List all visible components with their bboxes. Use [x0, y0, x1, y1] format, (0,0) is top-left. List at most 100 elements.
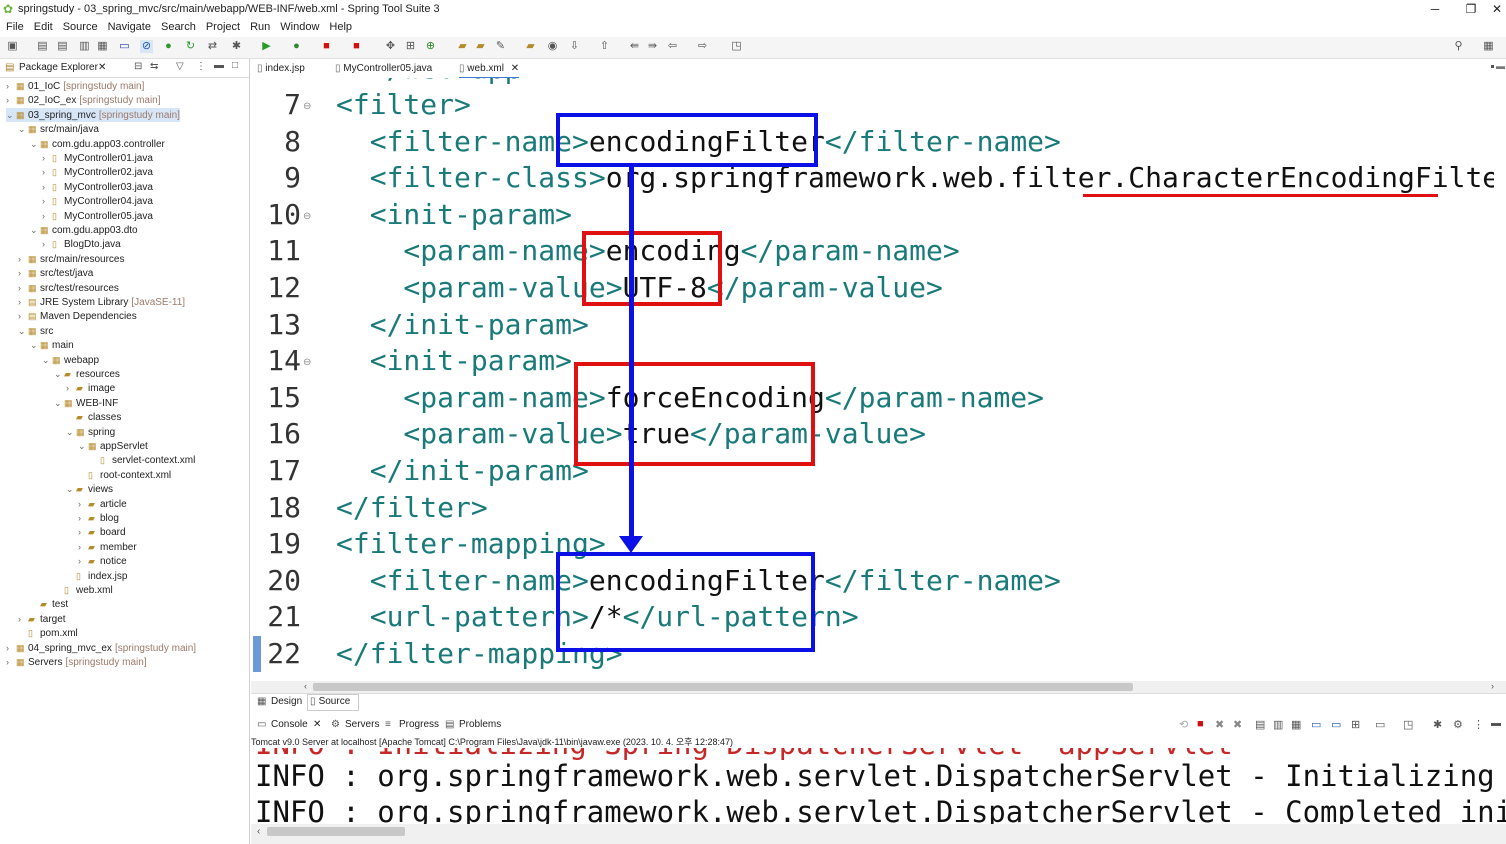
- forward-edit-icon[interactable]: ⇛: [646, 40, 659, 53]
- open-perspective-icon[interactable]: ◳: [730, 40, 743, 53]
- pin-icon[interactable]: ⊞: [1351, 718, 1360, 731]
- expand-toggle-icon[interactable]: ⌄: [54, 367, 64, 381]
- menu-source[interactable]: Source: [63, 19, 98, 36]
- minimize-view-icon[interactable]: ▬: [214, 60, 224, 71]
- expand-toggle-icon[interactable]: ›: [18, 309, 28, 323]
- tree-item[interactable]: › ▰ board: [78, 525, 129, 539]
- expand-toggle-icon[interactable]: ›: [78, 540, 88, 554]
- stop-icon[interactable]: ■: [320, 40, 333, 53]
- tab-web-xml[interactable]: ▯ web.xml ✕: [459, 61, 520, 79]
- tree-item[interactable]: ⌄ ▦ WEB-INF: [54, 396, 121, 410]
- tab-progress[interactable]: Progress: [399, 719, 439, 730]
- tree-item[interactable]: ⌄ ▰ resources: [54, 367, 123, 381]
- open-type-icon[interactable]: ▰: [456, 40, 469, 53]
- search-icon[interactable]: ⚲: [1452, 40, 1465, 53]
- tree-item[interactable]: › ▦ src/test/resources: [18, 281, 122, 295]
- fold-toggle-icon[interactable]: ⊖: [303, 101, 311, 112]
- deploy-icon[interactable]: ⇄: [206, 40, 219, 53]
- expand-toggle-icon[interactable]: ›: [78, 497, 88, 511]
- new-package-icon[interactable]: ⊞: [404, 40, 417, 53]
- tree-item[interactable]: ▯ root-context.xml: [78, 468, 174, 482]
- tree-item[interactable]: ⌄ ▦ 03_spring_mvc [springstudy main]: [6, 107, 180, 122]
- tree-item[interactable]: ⌄ ▦ appServlet: [78, 439, 151, 453]
- minimize-console-icon[interactable]: ▬: [1491, 718, 1501, 729]
- expand-toggle-icon[interactable]: ›: [6, 641, 16, 655]
- scroll-thumb[interactable]: [313, 683, 1133, 691]
- expand-toggle-icon[interactable]: ⌄: [30, 223, 40, 237]
- restart-icon[interactable]: ⟲: [1179, 718, 1188, 731]
- expand-toggle-icon[interactable]: ›: [18, 252, 28, 266]
- expand-toggle-icon[interactable]: ⌄: [66, 482, 76, 496]
- last-edit-icon[interactable]: ⇚: [628, 40, 641, 53]
- tree-item[interactable]: ⌄ ▦ webapp: [42, 353, 102, 367]
- external-tools-icon[interactable]: ●: [290, 40, 303, 53]
- expand-toggle-icon[interactable]: ›: [42, 180, 52, 194]
- terminal-icon[interactable]: ▭: [118, 40, 131, 53]
- tree-item[interactable]: ▰ classes: [66, 410, 124, 424]
- new-icon[interactable]: ▣: [6, 40, 19, 53]
- scroll-thumb[interactable]: [267, 827, 405, 836]
- expand-toggle-icon[interactable]: ›: [42, 165, 52, 179]
- close-icon[interactable]: ✕: [98, 62, 106, 73]
- scroll-right-icon[interactable]: ›: [1491, 681, 1494, 691]
- tree-item[interactable]: ▯ index.jsp: [66, 569, 130, 583]
- tree-item[interactable]: ▯ servlet-context.xml: [90, 453, 198, 467]
- expand-toggle-icon[interactable]: ⌄: [54, 396, 64, 410]
- expand-toggle-icon[interactable]: ›: [18, 281, 28, 295]
- tree-item[interactable]: › ▯ BlogDto.java: [42, 237, 124, 251]
- tab-mycontroller05[interactable]: ▯ MyController05.java: [335, 61, 432, 77]
- tree-item[interactable]: › ▯ MyController04.java: [42, 194, 156, 208]
- scroll-left-icon[interactable]: ‹: [257, 826, 260, 837]
- menu-project[interactable]: Project: [206, 19, 240, 36]
- terminate-icon[interactable]: ■: [1197, 718, 1204, 730]
- tree-item[interactable]: › ▯ MyController01.java: [42, 151, 156, 165]
- expand-toggle-icon[interactable]: ›: [18, 612, 28, 626]
- tree-item[interactable]: ⌄ ▦ com.gdu.app03.controller: [30, 137, 168, 151]
- menu-search[interactable]: Search: [161, 19, 196, 36]
- clear-console-icon[interactable]: ▤: [1255, 718, 1265, 731]
- link-editor-icon[interactable]: ⇆: [150, 61, 158, 72]
- tree-item[interactable]: › ▦ 01_IoC [springstudy main]: [6, 79, 144, 93]
- open-folder-icon[interactable]: ▰: [524, 40, 537, 53]
- tree-item[interactable]: ⌄ ▦ main: [30, 338, 77, 352]
- debug-icon[interactable]: ✱: [230, 40, 243, 53]
- menu-file[interactable]: File: [6, 19, 24, 36]
- tree-item[interactable]: › ▰ target: [18, 612, 69, 626]
- expand-toggle-icon[interactable]: ›: [42, 194, 52, 208]
- globe-icon[interactable]: ◉: [546, 40, 559, 53]
- tree-item[interactable]: › ▦ 02_IoC_ex [springstudy main]: [6, 93, 161, 107]
- close-icon[interactable]: ✕: [511, 63, 519, 74]
- run-icon[interactable]: ▶: [260, 40, 273, 53]
- filter-icon[interactable]: ▽: [176, 61, 184, 72]
- debug-view-icon[interactable]: ✱: [1433, 718, 1442, 731]
- open-console-icon[interactable]: ◳: [1403, 718, 1413, 731]
- menu-navigate[interactable]: Navigate: [108, 19, 151, 36]
- editor-vertical-scrollbar[interactable]: ▬: [1494, 59, 1506, 681]
- print-icon[interactable]: ▥: [78, 40, 91, 53]
- fold-toggle-icon[interactable]: ⊖: [303, 211, 311, 222]
- tree-item[interactable]: › ▰ article: [78, 497, 130, 511]
- expand-toggle-icon[interactable]: ›: [78, 554, 88, 568]
- view-menu-icon[interactable]: ⋮: [196, 61, 206, 72]
- expand-toggle-icon[interactable]: ›: [6, 79, 16, 93]
- settings-icon[interactable]: ⚙: [1453, 718, 1463, 731]
- tab-index-jsp[interactable]: ▯ index.jsp: [257, 61, 305, 77]
- tree-item[interactable]: › ▰ image: [66, 381, 118, 395]
- tree-item[interactable]: › ▤ Maven Dependencies: [18, 309, 140, 323]
- scroll-lock-icon[interactable]: ▥: [1273, 718, 1283, 731]
- tree-item[interactable]: ⌄ ▰ views: [66, 482, 116, 496]
- tree-item[interactable]: › ▦ Servers [springstudy main]: [6, 655, 147, 669]
- tree-item[interactable]: › ▰ notice: [78, 554, 130, 568]
- tree-item[interactable]: ⌄ ▦ com.gdu.app03.dto: [30, 223, 141, 237]
- expand-toggle-icon[interactable]: ›: [18, 295, 28, 309]
- expand-toggle-icon[interactable]: ⌄: [42, 353, 52, 367]
- save-all-icon[interactable]: ▤: [56, 40, 69, 53]
- show-stdout-icon[interactable]: ▭: [1311, 718, 1321, 731]
- expand-toggle-icon[interactable]: ›: [78, 511, 88, 525]
- tab-console[interactable]: Console: [271, 719, 308, 730]
- console-horizontal-scrollbar[interactable]: ‹: [251, 824, 1506, 844]
- tab-problems[interactable]: Problems: [459, 719, 501, 730]
- tree-item[interactable]: › ▰ member: [78, 540, 140, 554]
- new-server-icon[interactable]: ✥: [384, 40, 397, 53]
- expand-toggle-icon[interactable]: ›: [6, 655, 16, 669]
